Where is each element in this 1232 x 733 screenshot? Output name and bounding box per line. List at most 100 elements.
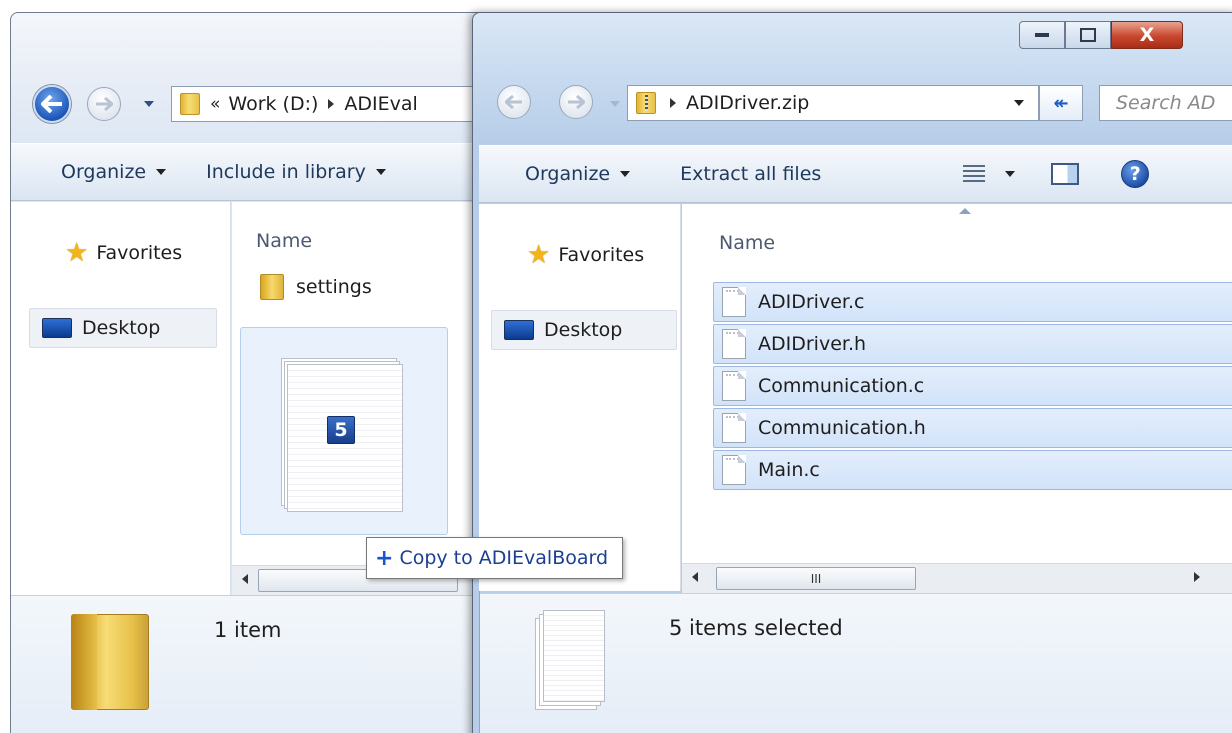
chevron-down-icon <box>620 171 631 177</box>
command-bar: Organize Include in library <box>11 143 479 201</box>
organize-menu[interactable]: Organize <box>525 163 631 185</box>
recent-pages-dropdown[interactable] <box>610 101 620 107</box>
search-input[interactable]: Search AD <box>1099 85 1232 121</box>
scroll-right-arrow-icon[interactable] <box>1194 572 1200 582</box>
preview-pane-button[interactable] <box>1051 163 1080 185</box>
left-explorer-window: « Work (D:) ADIEval Organize Include in … <box>10 12 480 733</box>
extract-all-files-button[interactable]: Extract all files <box>680 163 821 185</box>
scroll-left-arrow-icon[interactable] <box>242 574 248 584</box>
sort-ascending-icon <box>959 208 971 214</box>
nav-favorites-label: Favorites <box>96 242 183 264</box>
refresh-button[interactable]: ↞ <box>1039 85 1083 121</box>
status-item-count: 1 item <box>214 618 282 642</box>
window-caption-buttons: X <box>1019 21 1183 49</box>
star-icon: ★ <box>65 238 89 268</box>
help-button[interactable]: ? <box>1121 160 1150 188</box>
drag-copy-tooltip: + Copy to ADIEvalBoard <box>366 537 624 579</box>
forward-arrow-icon <box>96 97 113 111</box>
back-button[interactable] <box>497 85 531 119</box>
item-name: settings <box>296 276 372 298</box>
list-item-settings[interactable]: settings <box>260 274 372 300</box>
maximize-icon <box>1080 28 1096 42</box>
file-stack-page <box>543 610 605 702</box>
file-row-communication-c[interactable]: Communication.c <box>713 366 1232 406</box>
file-icon <box>722 413 746 443</box>
file-icon <box>722 371 746 401</box>
command-bar: Organize Extract all files ? <box>479 145 1232 203</box>
include-in-library-menu[interactable]: Include in library <box>206 161 386 183</box>
extract-all-files-label: Extract all files <box>680 163 822 185</box>
nav-favorites-label: Favorites <box>558 244 645 266</box>
folder-icon <box>260 274 284 300</box>
item-count-badge: 5 <box>327 416 355 444</box>
column-header-name[interactable]: Name <box>256 230 312 252</box>
breadcrumb-separator-icon[interactable] <box>670 98 676 108</box>
forward-button[interactable] <box>559 85 593 119</box>
change-view-button[interactable] <box>963 165 1016 183</box>
navigation-pane: ★ Favorites Desktop <box>11 202 231 595</box>
zip-folder-icon <box>636 92 656 114</box>
organize-label: Organize <box>61 161 147 183</box>
address-bar[interactable]: « Work (D:) ADIEval <box>171 86 479 122</box>
file-row-communication-h[interactable]: Communication.h <box>713 408 1232 448</box>
minimize-button[interactable] <box>1019 21 1065 49</box>
breadcrumb-separator-icon[interactable] <box>328 99 335 109</box>
desktop-icon <box>504 320 534 340</box>
address-bar[interactable]: ADIDriver.zip <box>627 85 1039 121</box>
breadcrumb-adieval[interactable]: ADIEval <box>344 93 417 115</box>
horizontal-scrollbar[interactable]: III <box>682 563 1232 593</box>
address-dropdown-icon[interactable] <box>1014 100 1024 106</box>
file-name: ADIDriver.c <box>758 291 865 313</box>
nav-favorites[interactable]: ★ Favorites <box>527 242 644 268</box>
scroll-thumb[interactable]: III <box>716 567 916 590</box>
file-row-main-c[interactable]: Main.c <box>713 450 1232 490</box>
forward-arrow-icon <box>568 95 585 109</box>
organize-label: Organize <box>525 163 611 185</box>
nav-desktop[interactable]: Desktop <box>29 308 217 348</box>
drag-preview: 5 <box>240 327 448 535</box>
desktop-icon <box>42 318 72 338</box>
maximize-button[interactable] <box>1065 21 1111 49</box>
organize-menu[interactable]: Organize <box>61 161 167 183</box>
breadcrumb-work-drive[interactable]: Work (D:) <box>228 93 318 115</box>
scroll-left-arrow-icon[interactable] <box>692 572 698 582</box>
plus-icon: + <box>375 545 394 571</box>
details-pane: 5 items selected <box>479 593 1232 733</box>
file-list-pane: Name ADIDriver.c ADIDriver.h Communicati… <box>682 204 1232 591</box>
nav-desktop-label: Desktop <box>544 319 623 341</box>
file-row-adidriver-c[interactable]: ADIDriver.c <box>713 282 1232 322</box>
status-selection-count: 5 items selected <box>669 616 843 640</box>
refresh-icon: ↞ <box>1053 92 1069 114</box>
help-icon: ? <box>1121 160 1150 188</box>
folder-icon <box>71 614 149 710</box>
details-pane: 1 item <box>11 595 479 733</box>
file-row-adidriver-h[interactable]: ADIDriver.h <box>713 324 1232 364</box>
file-name: ADIDriver.h <box>758 333 867 355</box>
nav-favorites[interactable]: ★ Favorites <box>65 240 182 266</box>
nav-desktop[interactable]: Desktop <box>491 310 677 350</box>
column-header-name[interactable]: Name <box>719 232 775 254</box>
file-icon <box>722 329 746 359</box>
back-arrow-icon <box>505 95 522 109</box>
breadcrumb-overflow[interactable]: « <box>210 94 220 114</box>
minimize-icon <box>1035 33 1049 37</box>
file-name: Main.c <box>758 459 820 481</box>
chevron-down-icon <box>1005 171 1016 177</box>
nav-desktop-label: Desktop <box>82 317 161 339</box>
close-button[interactable]: X <box>1111 21 1183 49</box>
view-options-icon <box>963 165 986 183</box>
back-button[interactable] <box>33 85 71 123</box>
forward-button[interactable] <box>87 87 121 121</box>
right-explorer-window: X ADIDriver.zip ↞ Search AD Organize Ext… <box>472 12 1232 733</box>
star-icon: ★ <box>527 240 551 270</box>
chevron-down-icon <box>156 169 167 175</box>
file-icon <box>722 287 746 317</box>
folder-icon <box>180 93 200 115</box>
preview-pane-icon <box>1051 163 1080 185</box>
chevron-down-icon <box>375 169 386 175</box>
navigation-pane: ★ Favorites Desktop <box>479 204 681 591</box>
drag-copy-tooltip-label: Copy to ADIEvalBoard <box>399 547 609 569</box>
recent-pages-dropdown[interactable] <box>144 101 154 107</box>
breadcrumb-adidriver-zip[interactable]: ADIDriver.zip <box>686 92 809 114</box>
file-name: Communication.h <box>758 417 926 439</box>
